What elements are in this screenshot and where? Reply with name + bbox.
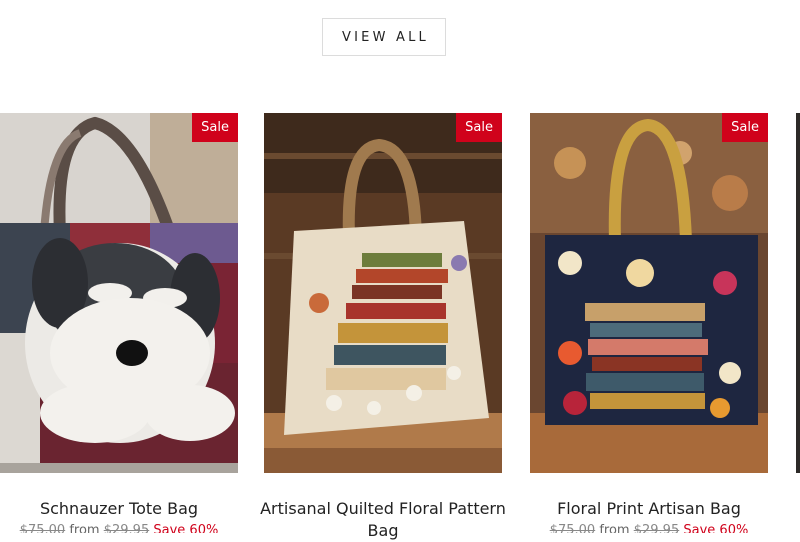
product-image[interactable]: Sale <box>264 113 502 473</box>
sale-price: $29.95 <box>633 523 680 533</box>
product-image[interactable]: Sale <box>0 113 238 473</box>
save-percent: Save 60% <box>683 523 749 533</box>
next-product-card-edge[interactable] <box>796 113 800 473</box>
sale-price: $29.95 <box>103 523 150 533</box>
product-title[interactable]: Schnauzer Tote Bag <box>0 498 248 520</box>
product-price: $75.00 from $29.95 Save 60% <box>0 523 258 533</box>
product-card[interactable]: Sale Artisanal Quilted Floral Pattern Ba… <box>260 113 506 540</box>
price-prefix: from <box>69 523 100 533</box>
sale-badge: Sale <box>722 113 768 142</box>
compare-price: $75.00 <box>549 523 596 533</box>
price-prefix: from <box>599 523 630 533</box>
product-price: $75.00 from $29.95 Save 60% <box>510 523 788 533</box>
sale-badge: Sale <box>192 113 238 142</box>
compare-price: $75.00 <box>19 523 66 533</box>
save-percent: Save 60% <box>153 523 219 533</box>
sale-badge: Sale <box>456 113 502 142</box>
product-image[interactable]: Sale <box>530 113 768 473</box>
view-all-button[interactable]: VIEW ALL <box>322 18 446 56</box>
product-title[interactable]: Artisanal Quilted Floral Pattern Bag <box>254 498 512 542</box>
product-card[interactable]: Sale Floral Print Artisan Bag $75.00 fro… <box>530 113 768 533</box>
product-card[interactable]: Sale Schnauzer Tote Bag $75.00 from $29.… <box>0 113 238 533</box>
product-title[interactable]: Floral Print Artisan Bag <box>520 498 778 520</box>
